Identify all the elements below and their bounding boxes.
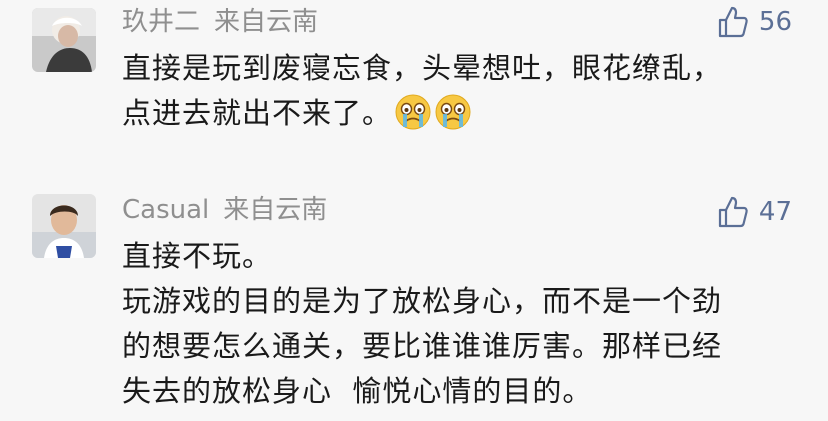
avatar[interactable] [32, 8, 96, 72]
like-count: 56 [758, 7, 792, 37]
thumbs-up-icon [718, 196, 748, 228]
location-label: 来自云南 [223, 195, 328, 225]
like-button[interactable]: 56 [717, 2, 792, 42]
username[interactable]: Casual [122, 195, 209, 225]
username[interactable]: 玖井二 [122, 7, 200, 37]
comment-body: 直接不玩。 玩游戏的目的是为了放松身心，而不是一个劲 的想要怎么通关，要比谁谁谁… [122, 239, 723, 408]
avatar[interactable] [32, 194, 96, 258]
comment-item: Casual 来自云南 47 直接不玩。 玩游戏的目的是为了放松身心，而不是一个劲… [0, 190, 828, 421]
comment-text: 直接是玩到废寝忘食，头晕想吐，眼花缭乱， 点进去就出不来了。 [122, 46, 802, 136]
comment-item: 玖井二 来自云南 56 直接是玩到废寝忘食，头晕想吐，眼花缭乱， 点进去就出不来了… [0, 0, 828, 170]
crying-emoji-icon [394, 93, 432, 131]
location-label: 来自云南 [214, 7, 319, 37]
comment-text: 直接不玩。 玩游戏的目的是为了放松身心，而不是一个劲 的想要怎么通关，要比谁谁谁… [122, 234, 802, 414]
thumbs-up-icon [718, 6, 748, 38]
comment-meta: 玖井二 来自云南 [122, 4, 318, 40]
comment-meta: Casual 来自云南 [122, 192, 327, 228]
like-count: 47 [758, 197, 792, 227]
like-button[interactable]: 47 [717, 192, 792, 232]
crying-emoji-icon [434, 93, 472, 131]
